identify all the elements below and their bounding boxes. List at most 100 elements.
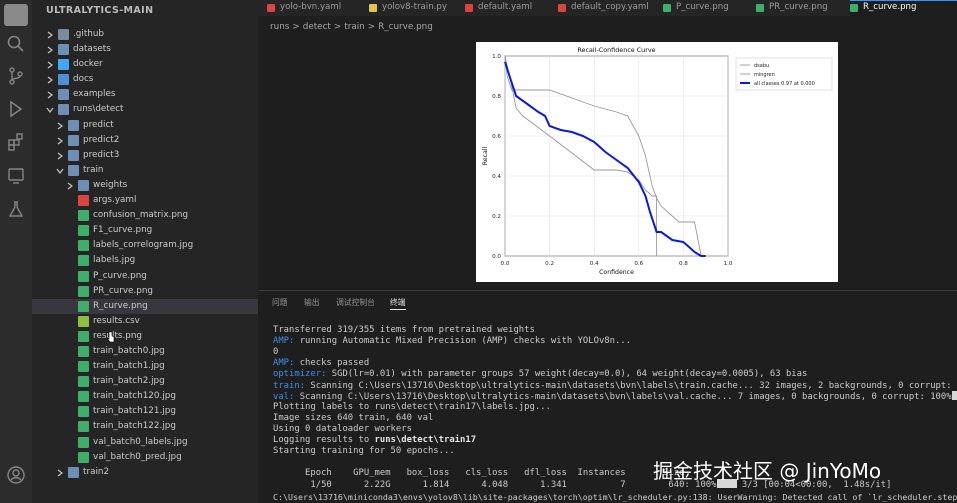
tree-item-predict3[interactable]: predict3 [32, 148, 258, 163]
tree-item-args-yaml[interactable]: args.yaml [32, 193, 258, 208]
legend-entry: dsabu [754, 63, 769, 69]
image-file-icon [78, 270, 89, 282]
profile-avatar-icon[interactable] [4, 4, 28, 26]
panel-tab-2[interactable]: 输出 [304, 296, 320, 309]
tree-item-label: train [83, 164, 104, 175]
breadcrumb-item[interactable]: train [344, 22, 364, 32]
tree-item-label: train2 [83, 466, 110, 477]
panel-tab-3[interactable]: 调试控制台 [336, 296, 375, 309]
image-file-icon [78, 285, 89, 297]
chart-x-tick-label: 0.8 [679, 261, 688, 267]
tree-item-results-csv[interactable]: results.csv [32, 314, 258, 329]
tree-item-label: P_curve.png [93, 270, 147, 281]
tree-item-train-batch1-jpg[interactable]: train_batch1.jpg [32, 359, 258, 374]
tree-item-github[interactable]: .github [32, 27, 258, 42]
tree-item-train2[interactable]: train2 [32, 465, 258, 480]
search-icon[interactable] [6, 34, 26, 54]
tree-item-train-batch0-jpg[interactable]: train_batch0.jpg [32, 344, 258, 359]
terminal-line: AMP: checks passed [273, 358, 957, 369]
tab-yolo-bvn-yaml[interactable]: yolo-bvn.yaml [267, 0, 367, 16]
terminal-text: Transferred 319/355 items from pretraine… [273, 325, 535, 335]
terminal-text: Starting training for 50 epochs... [273, 446, 455, 456]
legend-entry: mingren [754, 72, 775, 78]
tree-item-predict[interactable]: predict [32, 118, 258, 133]
tree-item-label: args.yaml [93, 195, 137, 206]
tree-item-datasets[interactable]: datasets [32, 42, 258, 57]
tree-item-label: predict3 [83, 149, 120, 160]
tab-p-curve-png[interactable]: P_curve.png [663, 0, 754, 16]
terminal-key: AMP: [273, 336, 300, 346]
image-file-icon [78, 406, 89, 418]
terminal-text: Scanning C:\Users\13716\Desktop\ultralyt… [310, 381, 957, 391]
terminal-text: 1/50 2.22G 1.814 4.048 1.341 7 640: 100% [273, 480, 717, 490]
file-tree: .github datasets docker docs examples runs\de… [32, 27, 258, 480]
terminal-key: AMP: [273, 358, 300, 368]
tree-item-docs[interactable]: docs [32, 72, 258, 87]
tree-item-confusion-matrix-png[interactable]: confusion_matrix.png [32, 208, 258, 223]
chart-y-tick-label: 0.0 [492, 254, 501, 260]
tree-item-r-curve-png[interactable]: R_curve.png [32, 298, 258, 314]
remote-explorer-icon[interactable] [6, 166, 26, 186]
tree-item-train-batch120-jpg[interactable]: train_batch120.jpg [32, 389, 258, 404]
tab-default-copy-yaml[interactable]: default_copy.yaml [558, 0, 661, 16]
tree-item-train[interactable]: train [32, 163, 258, 178]
image-file-icon [78, 391, 89, 403]
tab-yolov8-train-py[interactable]: yolov8-train.py [369, 0, 463, 16]
image-file-icon [850, 4, 858, 12]
editor-tab-bar: yolo-bvn.yaml yolov8-train.py default.yaml… [258, 0, 957, 16]
tree-item-label: train_batch1.jpg [93, 361, 165, 372]
tree-item-label: labels.jpg [93, 255, 136, 266]
terminal-text: Using 0 dataloader workers [273, 424, 412, 434]
chart-y-tick-label: 0.6 [492, 134, 501, 140]
folder-icon [58, 44, 69, 56]
tree-item-label: weights [93, 179, 128, 190]
chart-x-tick-label: 0.0 [501, 261, 510, 267]
chevron-right-icon [46, 91, 54, 99]
tree-item-labels-correlogram-jpg[interactable]: labels_correlogram.jpg [32, 238, 258, 253]
extensions-icon[interactable] [6, 132, 26, 152]
tab-label: yolo-bvn.yaml [280, 2, 342, 12]
tree-item-weights[interactable]: weights [32, 178, 258, 193]
explorer-root-header[interactable]: ULTRALYTICS-MAIN [32, 0, 258, 22]
run-debug-icon[interactable] [6, 99, 26, 119]
chevron-right-icon [56, 469, 64, 477]
terminal-line: train: Scanning C:\Users\13716\Desktop\u… [273, 380, 957, 391]
tree-item-label: results.csv [93, 315, 140, 326]
terminal-warning-line: C:\Users\13716\miniconda3\envs\yolov8\li… [273, 492, 957, 502]
image-file-icon [78, 345, 89, 357]
terminal-key: optimizer: [273, 369, 332, 379]
tab-default-yaml[interactable]: default.yaml [465, 0, 556, 16]
account-icon[interactable] [6, 465, 26, 485]
tree-item-docker[interactable]: docker [32, 57, 258, 72]
terminal-text: runs\detect\train17 [374, 435, 477, 445]
tree-item-label: runs\detect [73, 104, 124, 115]
tab-pr-curve-png[interactable]: PR_curve.png [756, 0, 848, 16]
image-file-icon [78, 361, 89, 373]
tree-item-pr-curve-png[interactable]: PR_curve.png [32, 284, 258, 299]
tree-item-labels-jpg[interactable]: labels.jpg [32, 253, 258, 268]
tree-item-label: train_batch122.jpg [93, 421, 176, 432]
chevron-right-icon [46, 76, 54, 84]
panel-tab-4[interactable]: 终端 [390, 296, 406, 310]
panel-tab-1[interactable]: 问题 [272, 296, 288, 309]
tree-item-train-batch2-jpg[interactable]: train_batch2.jpg [32, 374, 258, 389]
tree-item-train-batch122-jpg[interactable]: train_batch122.jpg [32, 419, 258, 434]
breadcrumb-item[interactable]: runs [270, 22, 289, 32]
tab-label: R_curve.png [863, 2, 917, 12]
tree-item-p-curve-png[interactable]: P_curve.png [32, 269, 258, 284]
python-file-icon [369, 4, 377, 12]
source-control-icon[interactable] [6, 66, 26, 86]
tree-item-predict2[interactable]: predict2 [32, 133, 258, 148]
chart-title: Recall-Confidence Curve [577, 46, 655, 54]
tree-item-examples[interactable]: examples [32, 87, 258, 102]
tab-r-curve-png[interactable]: R_curve.png [850, 0, 957, 16]
tree-item-val-batch0-labels-jpg[interactable]: val_batch0_labels.jpg [32, 435, 258, 450]
tree-item-f1-curve-png[interactable]: F1_curve.png [32, 223, 258, 238]
tree-item-train-batch121-jpg[interactable]: train_batch121.jpg [32, 404, 258, 419]
tree-item-val-batch0-pred-jpg[interactable]: val_batch0_pred.jpg [32, 450, 258, 465]
tree-item-results-png[interactable]: results.png [32, 329, 258, 344]
breadcrumb-item[interactable]: R_curve.png [378, 22, 433, 32]
testing-flask-icon[interactable] [6, 199, 26, 219]
tree-item-runs-detect[interactable]: runs\detect [32, 102, 258, 117]
breadcrumb-item[interactable]: detect [303, 22, 331, 32]
